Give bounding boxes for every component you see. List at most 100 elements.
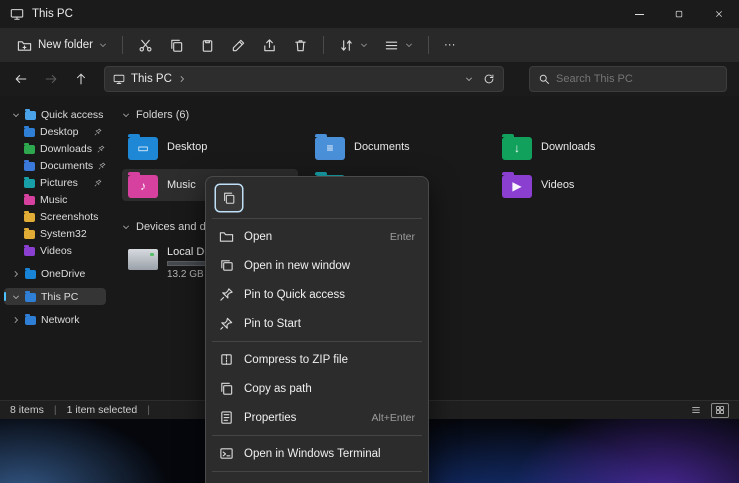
chevron-right-icon[interactable]	[12, 270, 20, 278]
rename-button[interactable]	[224, 32, 253, 58]
sort-button[interactable]	[332, 32, 375, 58]
pin-icon	[219, 287, 234, 302]
window-controls	[619, 0, 739, 28]
context-menu-quick-actions	[210, 181, 424, 215]
title-bar[interactable]: This PC	[0, 0, 739, 28]
properties-icon	[219, 410, 234, 425]
menu-item-properties[interactable]: Properties Alt+Enter	[210, 403, 424, 432]
pictures-icon	[24, 179, 35, 188]
sidebar-item-documents[interactable]: Documents	[4, 157, 106, 174]
search-input[interactable]	[556, 73, 696, 85]
search-icon	[538, 73, 550, 85]
folder-icon	[24, 213, 35, 222]
onedrive-icon	[25, 270, 36, 279]
sidebar-item-this-pc[interactable]: This PC	[4, 288, 106, 305]
large-icons-view-button[interactable]	[711, 403, 729, 418]
sidebar-item-onedrive[interactable]: OneDrive	[4, 265, 106, 282]
menu-item-open-terminal[interactable]: Open in Windows Terminal	[210, 439, 424, 468]
folder-tile-downloads[interactable]: ↓ Downloads	[496, 131, 672, 163]
sidebar-item-music[interactable]: Music	[4, 191, 106, 208]
folder-icon	[24, 230, 35, 239]
terminal-icon	[219, 446, 234, 461]
copy-button[interactable]	[162, 32, 191, 58]
close-button[interactable]	[699, 0, 739, 28]
new-folder-button[interactable]: New folder	[10, 32, 114, 58]
up-button[interactable]	[68, 66, 94, 92]
pushpin-icon	[219, 316, 234, 331]
sidebar-item-screenshots[interactable]: Screenshots	[4, 208, 106, 225]
downloads-folder-icon: ↓	[502, 137, 532, 160]
chevron-down-icon[interactable]	[12, 293, 20, 301]
videos-folder-icon: ▶	[502, 175, 532, 198]
chevron-down-icon	[405, 41, 413, 49]
maximize-button[interactable]	[659, 0, 699, 28]
menu-item-open[interactable]: Open Enter	[210, 222, 424, 251]
folder-tile-videos[interactable]: ▶ Videos	[496, 169, 672, 201]
minimize-button[interactable]	[619, 0, 659, 28]
chevron-down-icon	[360, 41, 368, 49]
pin-icon	[97, 145, 105, 153]
downloads-icon	[24, 145, 35, 154]
chevron-right-icon[interactable]	[12, 316, 20, 324]
menu-item-compress-zip[interactable]: Compress to ZIP file	[210, 345, 424, 374]
address-dropdown-icon[interactable]	[465, 75, 473, 83]
pc-icon	[113, 73, 125, 85]
documents-folder-icon: ≡	[315, 137, 345, 160]
music-icon	[24, 196, 35, 205]
refresh-icon[interactable]	[483, 73, 495, 85]
share-button[interactable]	[255, 32, 284, 58]
context-menu: Open Enter Open in new window Pin to Qui…	[205, 176, 429, 483]
navigation-bar: This PC	[0, 62, 739, 96]
menu-item-open-new-window[interactable]: Open in new window	[210, 251, 424, 280]
folder-tile-desktop[interactable]: ▭ Desktop	[122, 131, 298, 163]
new-window-icon	[219, 258, 234, 273]
sidebar-item-system32[interactable]: System32	[4, 225, 106, 242]
menu-item-show-more-options[interactable]: Show more options Shift+F10	[210, 475, 424, 483]
menu-item-copy-as-path[interactable]: Copy as path	[210, 374, 424, 403]
folders-section-header[interactable]: Folders (6)	[122, 106, 739, 124]
network-icon	[25, 316, 36, 325]
more-options-button[interactable]: ···	[437, 32, 463, 58]
menu-item-pin-start[interactable]: Pin to Start	[210, 309, 424, 338]
breadcrumb[interactable]: This PC	[131, 73, 172, 85]
copy-quick-action[interactable]	[216, 185, 242, 211]
copy-icon	[222, 191, 236, 205]
toolbar-separator	[428, 36, 429, 54]
pc-icon	[25, 293, 36, 302]
search-box[interactable]	[529, 66, 727, 92]
items-count: 8 items	[10, 404, 44, 416]
paste-button[interactable]	[193, 32, 222, 58]
sidebar-item-downloads[interactable]: Downloads	[4, 140, 106, 157]
address-bar[interactable]: This PC	[104, 66, 504, 92]
folder-tile-documents[interactable]: ≡ Documents	[309, 131, 485, 163]
menu-separator	[212, 435, 422, 436]
view-button[interactable]	[377, 32, 420, 58]
toolbar-separator	[122, 36, 123, 54]
app-icon	[10, 7, 24, 21]
forward-button[interactable]	[38, 66, 64, 92]
sidebar-item-network[interactable]: Network	[4, 311, 106, 328]
window-title: This PC	[32, 8, 73, 20]
pin-icon	[98, 162, 106, 170]
sidebar-item-quick-access[interactable]: Quick access	[4, 106, 106, 123]
menu-item-pin-quick-access[interactable]: Pin to Quick access	[210, 280, 424, 309]
toolbar-separator	[323, 36, 324, 54]
videos-icon	[24, 247, 35, 256]
breadcrumb-chevron-icon[interactable]	[178, 75, 186, 83]
chevron-down-icon	[99, 41, 107, 49]
desktop-folder-icon: ▭	[128, 137, 158, 160]
sidebar-item-videos[interactable]: Videos	[4, 242, 106, 259]
sidebar-item-desktop[interactable]: Desktop	[4, 123, 106, 140]
details-view-button[interactable]	[687, 403, 705, 418]
hard-drive-icon	[128, 249, 158, 270]
delete-button[interactable]	[286, 32, 315, 58]
desktop-icon	[24, 128, 35, 137]
chevron-down-icon[interactable]	[12, 111, 20, 119]
cut-button[interactable]	[131, 32, 160, 58]
new-folder-icon	[17, 38, 32, 53]
navigation-pane: Quick access Desktop Downloads Documents	[0, 96, 110, 400]
documents-icon	[24, 162, 35, 171]
back-button[interactable]	[8, 66, 34, 92]
zip-icon	[219, 352, 234, 367]
sidebar-item-pictures[interactable]: Pictures	[4, 174, 106, 191]
